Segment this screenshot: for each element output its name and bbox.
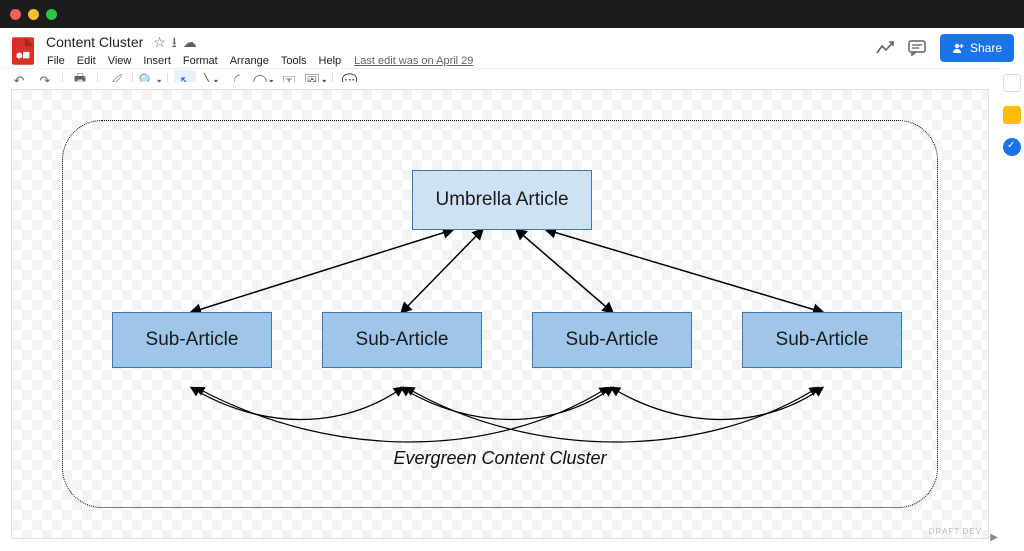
- sub-article-node-4[interactable]: Sub-Article: [742, 312, 902, 368]
- side-panel: [1000, 68, 1024, 543]
- window-minimize-button[interactable]: [28, 9, 39, 20]
- window-close-button[interactable]: [10, 9, 21, 20]
- watermark: DRAFT.DEV: [929, 527, 982, 536]
- cloud-status-icon[interactable]: ☁: [183, 35, 197, 49]
- calendar-addon-icon[interactable]: [1003, 74, 1021, 92]
- browser-chrome: [0, 0, 1024, 28]
- share-button-label: Share: [970, 41, 1002, 55]
- menu-tools[interactable]: Tools: [276, 53, 312, 69]
- sub-article-label: Sub-Article: [356, 329, 449, 351]
- tasks-addon-icon[interactable]: [1003, 138, 1021, 156]
- share-button[interactable]: Share: [940, 34, 1014, 62]
- window-maximize-button[interactable]: [46, 9, 57, 20]
- scroll-right-caret[interactable]: ▶: [990, 532, 998, 543]
- keep-addon-icon[interactable]: [1003, 106, 1021, 124]
- menu-format[interactable]: Format: [178, 53, 223, 69]
- umbrella-article-label: Umbrella Article: [435, 189, 568, 211]
- move-icon[interactable]: ⭳: [172, 35, 177, 49]
- document-title[interactable]: Content Cluster: [42, 33, 147, 51]
- sub-article-node-1[interactable]: Sub-Article: [112, 312, 272, 368]
- sub-article-node-3[interactable]: Sub-Article: [532, 312, 692, 368]
- diagram-caption[interactable]: Evergreen Content Cluster: [393, 448, 606, 469]
- menu-file[interactable]: File: [42, 53, 70, 69]
- app-header: Content Cluster ☆ ⭳ ☁ File Edit View Ins…: [0, 28, 1024, 68]
- sub-article-node-2[interactable]: Sub-Article: [322, 312, 482, 368]
- sub-article-label: Sub-Article: [566, 329, 659, 351]
- umbrella-article-node[interactable]: Umbrella Article: [412, 170, 592, 230]
- comment-history-icon[interactable]: [908, 40, 926, 56]
- sub-article-label: Sub-Article: [146, 329, 239, 351]
- menu-arrange[interactable]: Arrange: [225, 53, 274, 69]
- menu-help[interactable]: Help: [314, 53, 347, 69]
- last-edit-link[interactable]: Last edit was on April 29: [354, 55, 473, 67]
- drawings-app-icon[interactable]: [8, 32, 38, 70]
- person-add-icon: [952, 42, 964, 54]
- drawing-page[interactable]: Umbrella Article Sub-Article Sub-Article…: [12, 90, 988, 538]
- menu-insert[interactable]: Insert: [138, 53, 176, 69]
- menu-edit[interactable]: Edit: [72, 53, 101, 69]
- sub-article-label: Sub-Article: [776, 329, 869, 351]
- activity-dashboard-icon[interactable]: [876, 41, 894, 55]
- star-icon[interactable]: ☆: [153, 35, 166, 49]
- canvas-area: Umbrella Article Sub-Article Sub-Article…: [0, 82, 1000, 543]
- menu-view[interactable]: View: [103, 53, 137, 69]
